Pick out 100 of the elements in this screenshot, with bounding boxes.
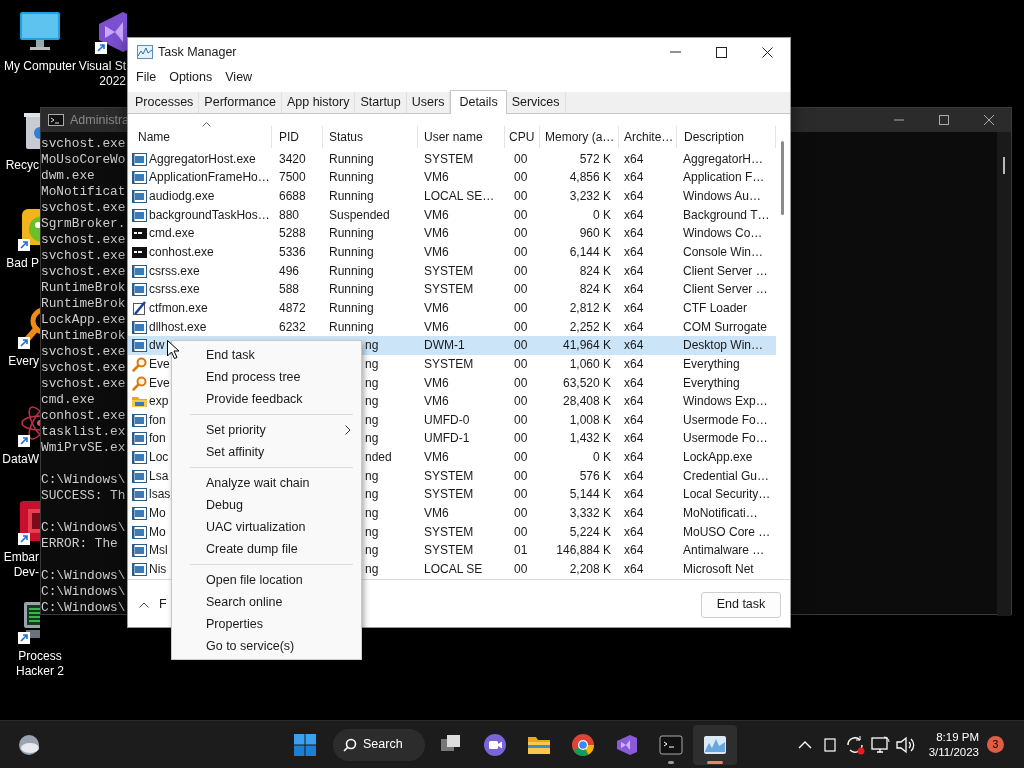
table-cell: x64 [624, 338, 644, 354]
column-header[interactable]: Name [128, 126, 272, 148]
tab[interactable]: Services [506, 92, 566, 113]
table-cell: backgroundTaskHos… [149, 207, 270, 223]
table-cell: x64 [624, 394, 644, 410]
icon-label[interactable]: Dev- [0, 565, 39, 580]
menu-item[interactable]: Open file location [172, 569, 361, 591]
tab[interactable]: App history [281, 92, 356, 113]
column-header[interactable]: User name [418, 126, 505, 148]
window-icon [132, 319, 147, 335]
tab[interactable]: Details [450, 90, 507, 114]
table-cell: ng [365, 524, 379, 540]
table-cell: x64 [624, 543, 644, 559]
table-cell: x64 [624, 282, 644, 298]
taskbar-app[interactable] [693, 724, 737, 765]
table-cell: csrss.exe [149, 282, 200, 298]
console-line: svchost.exe [41, 360, 126, 376]
icon-label[interactable]: Process [0, 649, 80, 664]
table-cell: 00 [514, 468, 528, 484]
icon-label[interactable]: Embar [0, 550, 39, 565]
app-box-icon[interactable] [16, 499, 40, 547]
menu-item[interactable]: Create dump file [172, 538, 361, 560]
table-cell: LockApp.exe [683, 450, 753, 466]
menu-item[interactable]: Go to service(s) [172, 635, 361, 657]
tab[interactable]: Processes [130, 92, 200, 113]
running-indicator [707, 760, 723, 764]
menu-item[interactable]: View [220, 68, 258, 87]
menu-item[interactable]: Analyze wait chain [172, 472, 361, 494]
icon-label[interactable]: Recyc [0, 158, 39, 173]
end-task-button[interactable]: End task [701, 591, 781, 618]
column-header[interactable]: Archite… [619, 126, 677, 148]
menu-item[interactable]: Debug [172, 494, 361, 516]
link[interactable]: F [159, 595, 167, 614]
table-cell: 00 [514, 450, 528, 466]
icon-label[interactable]: DataW [0, 452, 39, 467]
table-cell: conhost.exe [149, 245, 214, 260]
menu-item[interactable]: Provide feedback [172, 388, 361, 410]
table-cell: x64 [624, 524, 644, 540]
table-cell: SYSTEM [424, 282, 474, 298]
table-cell: x64 [624, 245, 644, 260]
icon-label[interactable]: My Computer [0, 59, 80, 74]
table-cell: 00 [514, 394, 528, 410]
table-cell: Running [329, 282, 374, 298]
window-icon [132, 189, 147, 205]
table-cell: VM6 [424, 394, 449, 410]
window-icon [132, 170, 147, 186]
tab[interactable]: Startup [355, 92, 407, 113]
column-header[interactable]: Memory (a… [540, 126, 619, 148]
menu-item[interactable]: Set affinity [172, 441, 361, 463]
console-icon [132, 226, 147, 242]
table-cell: Eve [149, 375, 170, 391]
table-cell: Desktop Win… [683, 338, 764, 354]
tab[interactable]: Performance [199, 92, 282, 113]
notification-badge[interactable]: 3 [987, 736, 1004, 753]
table-cell: x64 [624, 319, 644, 335]
icon-label[interactable]: Bad P [0, 256, 39, 271]
table-cell: Antimalware … [683, 543, 765, 559]
table-cell: x64 [624, 468, 644, 484]
magnifier-icon [132, 375, 147, 391]
table-cell: x64 [624, 356, 644, 372]
icon-label[interactable]: Every [0, 354, 39, 369]
icon-label[interactable]: Hacker 2 [0, 664, 80, 679]
console-line: svchost.exe [41, 376, 126, 392]
chevron-up-icon[interactable] [139, 601, 149, 608]
menu-item[interactable]: Properties [172, 613, 361, 635]
icon-label[interactable]: 2022 [60, 74, 126, 89]
table-cell: 00 [514, 338, 528, 354]
video-chat-icon [483, 732, 507, 757]
table-cell: Msl [149, 543, 168, 559]
cloud-icon[interactable] [17, 732, 41, 757]
table-cell: 6232 [279, 319, 306, 335]
menu-item[interactable]: Options [164, 68, 218, 87]
menu-item[interactable]: Set priority [172, 419, 361, 441]
column-header[interactable]: PID [272, 126, 323, 148]
scrollbar-thumb[interactable] [781, 141, 784, 215]
table-cell: x64 [624, 412, 644, 428]
menu-item[interactable]: End process tree [172, 366, 361, 388]
table-cell: 146,884 K [556, 543, 611, 559]
column-header[interactable]: CPU [505, 126, 540, 148]
menu-item[interactable]: Search online [172, 591, 361, 613]
column-header[interactable]: Description [677, 126, 776, 148]
close-icon [761, 46, 773, 58]
window-icon [132, 468, 147, 484]
console-line: svchost.exe [41, 136, 126, 152]
table-cell: dw [149, 338, 165, 354]
clock-date[interactable]: 3/11/2023 [928, 744, 979, 760]
column-header[interactable]: Status [323, 126, 418, 148]
console-line: svchost.exe [41, 232, 126, 248]
menu-item[interactable]: File [131, 68, 162, 87]
table-cell: Eve [149, 356, 170, 372]
clock-time[interactable]: 8:19 PM [928, 729, 979, 745]
search-button[interactable]: Search [333, 728, 425, 761]
scrollbar-thumb[interactable] [1003, 157, 1005, 174]
table-cell: DWM-1 [424, 338, 465, 354]
menu-item[interactable]: UAC virtualization [172, 516, 361, 538]
table-cell: 00 [514, 524, 528, 540]
console-line: svchost.exe [41, 248, 126, 264]
table-cell: SYSTEM [424, 356, 474, 372]
window-icon [132, 282, 147, 298]
table-cell: 2,252 K [569, 319, 611, 335]
